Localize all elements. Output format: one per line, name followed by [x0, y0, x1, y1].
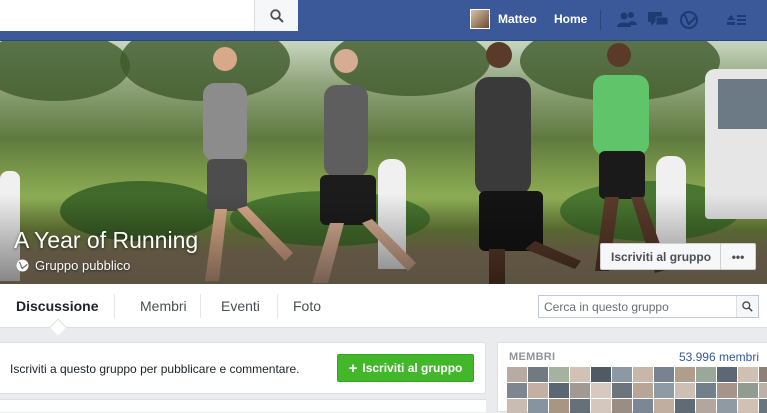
friend-requests-icon[interactable] — [615, 8, 639, 32]
avatar — [470, 9, 490, 29]
search-button[interactable] — [254, 0, 298, 31]
tab-separator — [114, 294, 115, 318]
join-group-button[interactable]: Iscriviti al gruppo — [600, 243, 723, 270]
more-options-button[interactable]: ••• — [720, 243, 756, 270]
members-label: MEMBRI — [509, 351, 556, 363]
group-privacy-label: Gruppo pubblico — [35, 258, 131, 273]
tab-events[interactable]: Eventi — [221, 284, 260, 328]
search-icon — [269, 8, 284, 23]
top-navigation-bar: Matteo Home — [0, 0, 767, 41]
join-prompt-card: Iscriviti a questo gruppo per pubblicare… — [0, 342, 486, 394]
members-count-link[interactable]: 53.996 membri — [679, 350, 759, 364]
tab-members[interactable]: Membri — [140, 284, 187, 328]
tab-separator — [200, 294, 201, 318]
messages-icon[interactable] — [646, 8, 670, 32]
profile-link[interactable]: Matteo — [470, 8, 537, 30]
plus-icon: + — [348, 359, 358, 377]
search-icon — [742, 301, 753, 312]
home-link[interactable]: Home — [554, 12, 587, 26]
globe-icon — [16, 259, 29, 272]
tab-separator — [277, 294, 278, 318]
global-search-field[interactable] — [0, 0, 298, 31]
tab-photos[interactable]: Foto — [293, 284, 321, 328]
feed-card-edge — [0, 399, 486, 412]
globe-notifications-icon[interactable] — [677, 8, 701, 32]
join-group-green-label: Iscriviti al gruppo — [362, 361, 463, 375]
group-search-input[interactable] — [539, 296, 735, 317]
group-search — [538, 295, 759, 318]
topbar-divider — [600, 10, 601, 30]
group-title: A Year of Running — [14, 227, 199, 253]
members-card: MEMBRI 53.996 membri — [497, 342, 767, 413]
user-name: Matteo — [498, 12, 537, 26]
cover-photo[interactable]: A Year of Running Gruppo pubblico Iscriv… — [0, 41, 767, 284]
group-privacy: Gruppo pubblico — [16, 258, 130, 273]
join-group-green-button[interactable]: + Iscriviti al gruppo — [337, 354, 474, 382]
member-avatars-grid[interactable] — [507, 367, 767, 413]
join-prompt-text: Iscriviti a questo gruppo per pubblicare… — [10, 362, 300, 376]
settings-menu-icon[interactable] — [724, 8, 748, 32]
group-navigation: Discussione Membri Eventi Foto — [0, 284, 767, 336]
group-search-button[interactable] — [736, 296, 758, 317]
